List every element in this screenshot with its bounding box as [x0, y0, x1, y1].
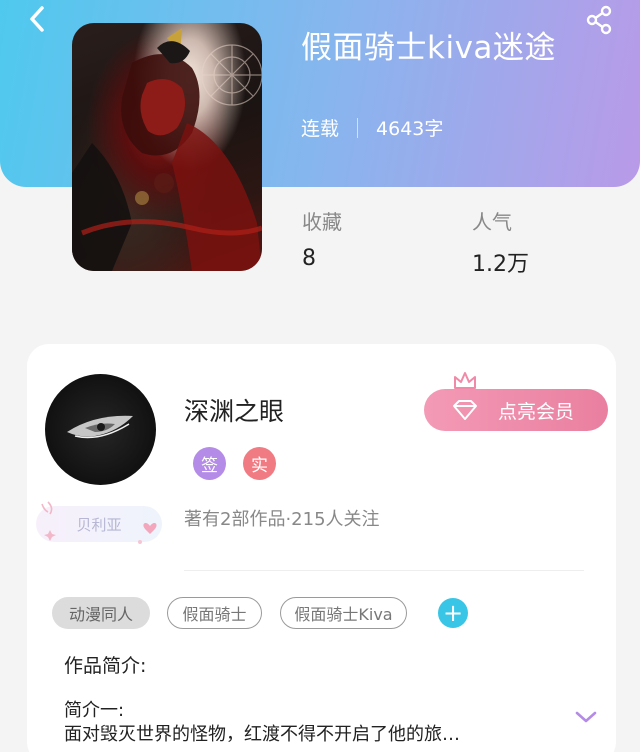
favorites-label: 收藏 — [302, 210, 342, 234]
tag-item[interactable]: 假面骑士 — [167, 597, 262, 629]
popularity-label: 人气 — [472, 210, 512, 234]
intro-line: 简介一: — [64, 700, 125, 721]
intro-line: 面对毁灭世界的怪物，红渡不得不开启了他的旅… — [64, 724, 460, 745]
word-count: 4643字 — [376, 118, 444, 140]
author-name[interactable]: 深渊之眼 — [184, 392, 284, 428]
book-title: 假面骑士kiva迷途 — [301, 30, 556, 66]
diamond-icon — [453, 400, 477, 420]
avatar-eye-icon — [67, 415, 133, 439]
book-cover-image[interactable] — [72, 23, 262, 271]
serial-status: 连载 — [301, 118, 340, 140]
book-status-row: 连载 4643字 — [301, 114, 443, 141]
chevron-left-icon — [30, 6, 44, 32]
add-tag-button[interactable]: + — [438, 598, 468, 628]
share-icon — [586, 5, 612, 35]
status-divider — [357, 117, 359, 138]
signed-badge[interactable]: 签 — [193, 447, 226, 480]
chevron-down-icon — [575, 711, 597, 723]
author-meta: 著有2部作品·215人关注 — [184, 509, 380, 530]
member-button[interactable]: 点亮会员 — [424, 389, 608, 431]
verified-badge[interactable]: 实 — [243, 447, 276, 480]
cover-artwork — [72, 28, 262, 271]
back-button[interactable] — [20, 2, 56, 38]
avatar[interactable] — [45, 374, 156, 485]
member-button-label: 点亮会员 — [498, 400, 575, 423]
share-button[interactable] — [582, 2, 618, 38]
expand-intro-button[interactable] — [574, 707, 598, 727]
favorites-value: 8 — [302, 246, 316, 271]
popularity-value: 1.2万 — [472, 252, 529, 277]
tag-item[interactable]: 动漫同人 — [52, 597, 150, 629]
divider — [184, 570, 584, 571]
fan-badge-decoration — [41, 501, 157, 544]
intro-heading: 作品简介: — [64, 655, 147, 677]
tag-item[interactable]: 假面骑士Kiva — [280, 597, 407, 629]
